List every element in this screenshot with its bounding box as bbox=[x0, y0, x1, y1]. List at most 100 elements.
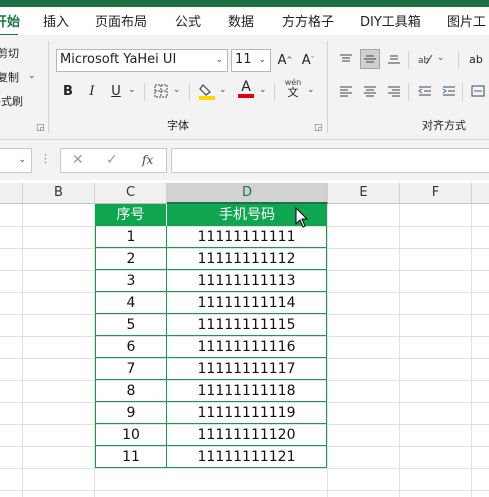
clipboard-dialog-launcher-icon[interactable]: ◲ bbox=[36, 123, 45, 133]
phone-cell[interactable]: 11111111111 bbox=[167, 226, 327, 248]
bold-button[interactable]: B bbox=[58, 81, 78, 101]
column-header-g[interactable] bbox=[472, 183, 489, 204]
copy-button[interactable]: 复制 bbox=[0, 69, 19, 85]
font-size-value: 11 bbox=[235, 52, 252, 67]
tab-home[interactable]: 开始 bbox=[0, 11, 20, 30]
format-painter-button[interactable]: 格式刷 bbox=[0, 93, 23, 109]
phone-cell[interactable]: 11111111115 bbox=[167, 314, 327, 336]
tab-data[interactable]: 数据 bbox=[228, 11, 254, 30]
column-header-c[interactable]: C bbox=[95, 183, 167, 204]
tab-insert[interactable]: 插入 bbox=[43, 11, 69, 30]
enter-icon[interactable]: ✓ bbox=[106, 152, 118, 168]
tab-page-layout[interactable]: 页面布局 bbox=[95, 11, 147, 30]
insert-function-icon[interactable]: fx bbox=[142, 153, 153, 167]
align-top-button[interactable] bbox=[336, 49, 356, 69]
align-right-button[interactable] bbox=[384, 81, 404, 101]
index-cell[interactable]: 10 bbox=[95, 424, 167, 446]
align-center-icon bbox=[364, 86, 376, 97]
align-center-button[interactable] bbox=[360, 81, 380, 101]
borders-icon bbox=[154, 84, 168, 98]
group-divider bbox=[327, 41, 328, 133]
index-cell[interactable]: 4 bbox=[95, 292, 167, 314]
phone-cell[interactable]: 11111111114 bbox=[167, 292, 327, 314]
cut-button[interactable]: 剪切 bbox=[0, 45, 19, 61]
paint-bucket-icon bbox=[199, 84, 215, 100]
tab-diy-toolbox[interactable]: DIY工具箱 bbox=[360, 11, 421, 30]
increase-indent-button[interactable] bbox=[439, 81, 459, 101]
font-color-button[interactable]: A bbox=[236, 79, 256, 99]
phone-cell[interactable]: 11111111116 bbox=[167, 336, 327, 358]
index-cell[interactable]: 11 bbox=[95, 446, 167, 468]
font-name-select[interactable]: Microsoft YaHei UI ⌄ bbox=[56, 49, 228, 72]
align-left-icon bbox=[340, 86, 352, 97]
divider bbox=[189, 83, 190, 101]
font-group-label: 字体 bbox=[167, 119, 189, 132]
chevron-down-icon[interactable]: ⌄ bbox=[219, 85, 227, 95]
align-top-icon bbox=[340, 54, 352, 62]
divider bbox=[408, 51, 409, 69]
caret-down-icon: ˇ bbox=[310, 56, 315, 64]
orientation-button[interactable]: ab bbox=[415, 49, 435, 69]
phonetic-icon: 文 bbox=[287, 86, 299, 99]
phone-cell[interactable]: 11111111113 bbox=[167, 270, 327, 292]
column-header-a[interactable] bbox=[0, 183, 23, 204]
cancel-icon[interactable]: ✕ bbox=[72, 152, 84, 168]
index-cell[interactable]: 8 bbox=[95, 380, 167, 402]
phone-cell[interactable]: 11111111119 bbox=[167, 402, 327, 424]
align-bottom-button[interactable] bbox=[384, 49, 404, 69]
tab-picture-tools[interactable]: 图片工 bbox=[447, 11, 486, 30]
shrink-font-button[interactable]: Aˇ bbox=[298, 50, 318, 70]
index-cell[interactable]: 3 bbox=[95, 270, 167, 292]
grow-font-icon: A bbox=[277, 52, 287, 68]
column-header-d[interactable]: D bbox=[167, 183, 328, 204]
phone-cell[interactable]: 11111111112 bbox=[167, 248, 327, 270]
borders-button[interactable] bbox=[151, 81, 171, 101]
align-left-button[interactable] bbox=[336, 81, 356, 101]
wrap-text-button[interactable]: ab bbox=[466, 49, 486, 69]
font-size-select[interactable]: 11 ⌄ bbox=[231, 49, 271, 72]
formula-input[interactable] bbox=[171, 148, 489, 173]
name-box[interactable]: ⌄ bbox=[0, 148, 32, 173]
shrink-font-icon: A bbox=[301, 52, 311, 68]
phone-cell[interactable]: 11111111120 bbox=[167, 424, 327, 446]
decrease-indent-icon bbox=[418, 86, 431, 96]
chevron-down-icon[interactable]: ⌄ bbox=[173, 85, 181, 95]
chevron-down-icon[interactable]: ⌄ bbox=[128, 85, 136, 95]
phone-cell[interactable]: 11111111117 bbox=[167, 358, 327, 380]
chevron-down-icon[interactable]: ⌄ bbox=[259, 85, 267, 95]
mouse-cursor-icon bbox=[295, 207, 309, 228]
chevron-down-icon: ⌄ bbox=[215, 55, 223, 65]
chevron-down-icon[interactable]: ⌄ bbox=[307, 85, 315, 95]
italic-button[interactable]: I bbox=[82, 81, 102, 101]
index-cell[interactable]: 9 bbox=[95, 402, 167, 424]
align-right-icon bbox=[388, 86, 400, 97]
index-cell[interactable]: 1 bbox=[95, 226, 167, 248]
phonetic-guide-button[interactable]: wén 文 bbox=[283, 79, 303, 99]
index-cell[interactable]: 2 bbox=[95, 248, 167, 270]
caret-up-icon: ^ bbox=[286, 56, 293, 64]
fill-color-button[interactable] bbox=[197, 81, 217, 101]
merge-center-button[interactable] bbox=[468, 81, 488, 101]
align-middle-button[interactable] bbox=[360, 49, 380, 69]
fill-color-swatch bbox=[199, 96, 215, 100]
index-cell[interactable]: 7 bbox=[95, 358, 167, 380]
font-dialog-launcher-icon[interactable]: ◲ bbox=[314, 123, 323, 133]
column-header-b[interactable]: B bbox=[23, 183, 95, 204]
chevron-down-icon[interactable]: ⌄ bbox=[28, 71, 36, 81]
spreadsheet-grid: B C D E F 序号 手机号码 1 11111111111 2 111111111… bbox=[0, 183, 489, 497]
gridline bbox=[0, 468, 489, 469]
tab-formulas[interactable]: 公式 bbox=[175, 11, 201, 30]
phone-cell[interactable]: 11111111118 bbox=[167, 380, 327, 402]
header-cell-index[interactable]: 序号 bbox=[95, 204, 167, 226]
grow-font-button[interactable]: A ^ bbox=[275, 50, 295, 70]
underline-button[interactable]: U bbox=[106, 81, 126, 101]
tab-fangfang[interactable]: 方方格子 bbox=[282, 11, 334, 30]
column-header-e[interactable]: E bbox=[328, 183, 400, 204]
decrease-indent-button[interactable] bbox=[415, 81, 435, 101]
index-cell[interactable]: 5 bbox=[95, 314, 167, 336]
drag-handle-icon[interactable]: ⋮ bbox=[40, 152, 51, 165]
index-cell[interactable]: 6 bbox=[95, 336, 167, 358]
column-header-f[interactable]: F bbox=[400, 183, 472, 204]
chevron-down-icon[interactable]: ⌄ bbox=[437, 53, 445, 63]
phone-cell[interactable]: 11111111121 bbox=[167, 446, 327, 468]
